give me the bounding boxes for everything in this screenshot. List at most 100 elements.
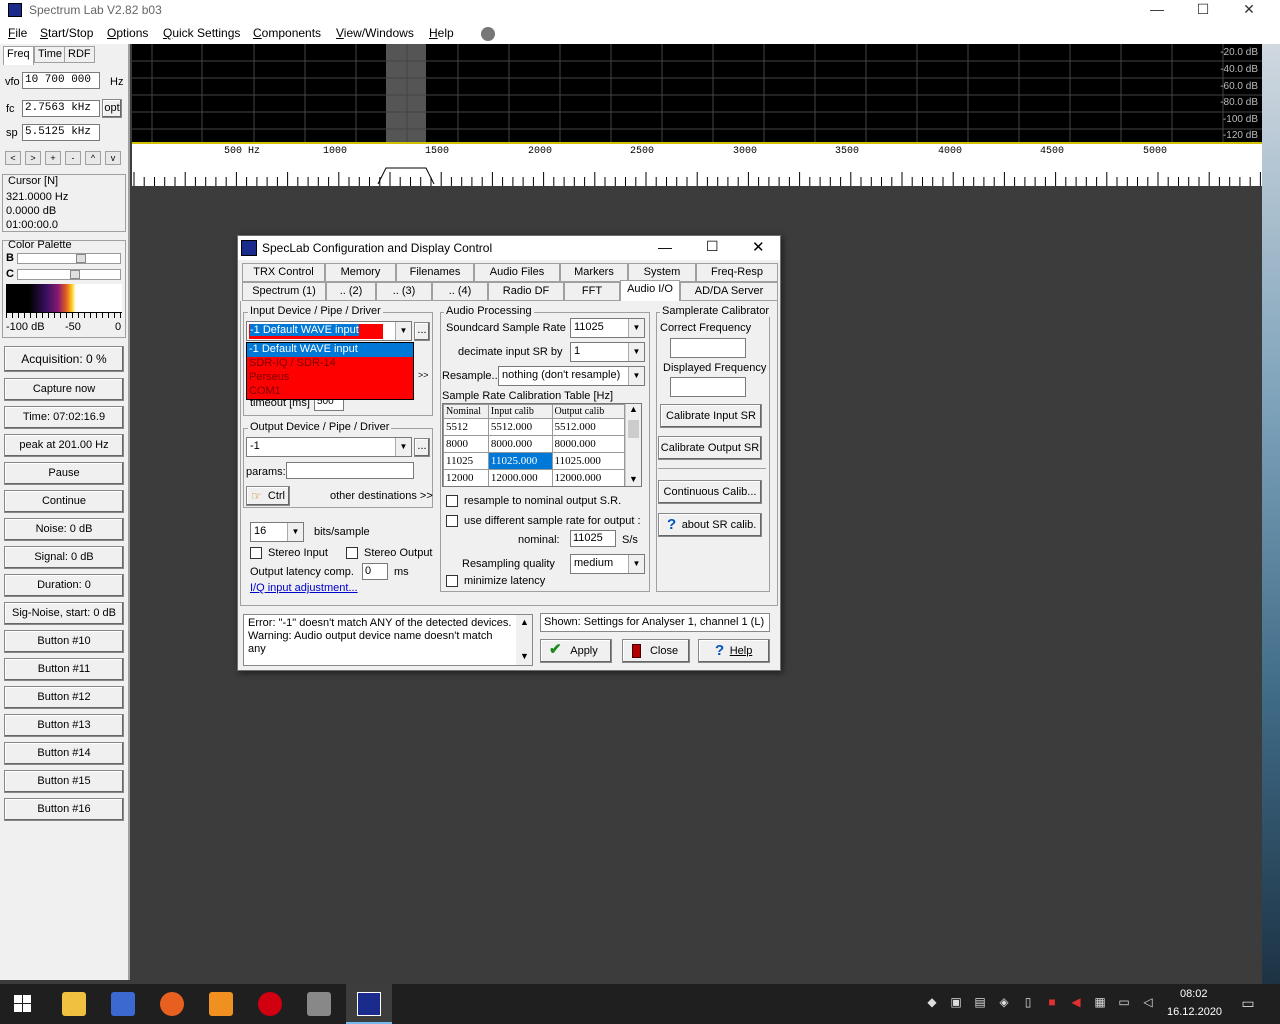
calibration-table-wrapper[interactable]: Nominal Input calib Output calib 5512 55… — [442, 403, 642, 487]
help-button[interactable]: ? Help — [698, 639, 770, 663]
bits-combo[interactable]: 16 ▼ — [250, 522, 304, 542]
palette-c-slider[interactable] — [17, 269, 121, 280]
nav-left-button[interactable]: < — [5, 151, 21, 165]
tab-ad-da-server[interactable]: AD/DA Server — [680, 282, 778, 301]
notifications-icon[interactable]: ▭ — [1240, 995, 1256, 1011]
tab-freq[interactable]: Freq — [3, 46, 34, 65]
stereo-input-checkbox[interactable] — [250, 547, 262, 559]
sp-field[interactable]: 5.5125 kHz — [22, 124, 100, 141]
store-icon[interactable] — [111, 992, 135, 1016]
resample-combo[interactable]: nothing (don't resample) ▼ — [498, 366, 645, 386]
decimate-dropdown-arrow[interactable]: ▼ — [628, 343, 644, 361]
table-cell[interactable]: 5512 — [443, 418, 489, 436]
table-cell[interactable]: 12000 — [443, 469, 489, 486]
tray-app2-icon[interactable]: ▤ — [972, 995, 988, 1011]
zoom-in-button[interactable]: + — [45, 151, 61, 165]
input-device-combo[interactable]: -1 Default WAVE input ▼ — [246, 321, 412, 341]
spectrum-lab-taskbar-button[interactable] — [346, 984, 392, 1024]
menu-file[interactable]: File — [8, 26, 27, 40]
continuous-calib-button[interactable]: Continuous Calib... — [658, 480, 762, 504]
table-row[interactable]: 8000 8000.000 8000.000 — [443, 435, 626, 453]
taskbar-date[interactable]: 16.12.2020 — [1167, 1006, 1222, 1018]
table-cell[interactable]: 5512.000 — [551, 418, 626, 436]
vfo-field[interactable]: 10 700 000 — [22, 72, 100, 89]
palette-b-thumb[interactable] — [76, 254, 86, 263]
tab-spectrum-1[interactable]: Spectrum (1) — [242, 282, 326, 301]
palette-b-slider[interactable] — [17, 253, 121, 264]
calibrate-output-sr-button[interactable]: Calibrate Output SR — [658, 436, 762, 460]
tray-usb-icon[interactable]: ▯ — [1020, 995, 1036, 1011]
tray-monitor-icon[interactable]: ▭ — [1116, 995, 1132, 1011]
correct-frequency-field[interactable] — [670, 338, 746, 358]
tab-audio-io[interactable]: Audio I/O — [620, 280, 680, 301]
close-button[interactable]: ✕ — [1226, 0, 1272, 22]
option-com1[interactable]: COM1 — [247, 385, 413, 399]
acquisition-button[interactable]: Acquisition: 0 % — [4, 346, 124, 372]
maximize-button[interactable]: ☐ — [1180, 0, 1226, 22]
continue-button[interactable]: Continue — [4, 490, 124, 513]
spectrum-display[interactable]: -20.0 dB -40.0 dB -60.0 dB -80.0 dB -100… — [132, 44, 1262, 144]
dialog-minimize-button[interactable]: — — [658, 239, 672, 255]
menu-view-windows[interactable]: View/Windows — [336, 26, 414, 40]
params-field[interactable] — [286, 462, 414, 479]
resampling-quality-combo[interactable]: medium ▼ — [570, 554, 645, 574]
ctrl-button[interactable]: ☞ Ctrl — [246, 486, 290, 506]
dialog-close-x-button[interactable]: ✕ — [752, 238, 765, 256]
pause-button[interactable]: Pause — [4, 462, 124, 485]
decimate-combo[interactable]: 1 ▼ — [570, 342, 645, 362]
time-button[interactable]: Time: 07:02:16.9 — [4, 406, 124, 429]
menu-options[interactable]: Options — [107, 26, 148, 40]
minimize-button[interactable]: — — [1134, 0, 1180, 22]
button-10[interactable]: Button #10 — [4, 630, 124, 653]
table-cell[interactable]: 8000.000 — [551, 435, 626, 453]
tab-spectrum-3[interactable]: .. (3) — [376, 282, 432, 301]
button-13[interactable]: Button #13 — [4, 714, 124, 737]
button-11[interactable]: Button #11 — [4, 658, 124, 681]
tab-radio-df[interactable]: Radio DF — [488, 282, 564, 301]
tab-time[interactable]: Time — [34, 46, 67, 63]
signal-button[interactable]: Signal: 0 dB — [4, 546, 124, 569]
tab-filenames[interactable]: Filenames — [396, 263, 474, 282]
output-device-dots-button[interactable]: ... — [414, 438, 430, 457]
scroll-up-icon[interactable]: ▲ — [629, 404, 638, 414]
latency-field[interactable]: 0 — [362, 563, 388, 580]
tray-network-icon[interactable]: ◆ — [924, 995, 940, 1011]
capture-now-button[interactable]: Capture now — [4, 378, 124, 401]
tray-volume-muted-icon[interactable]: ◀ — [1068, 995, 1084, 1011]
tab-fft[interactable]: FFT — [564, 282, 620, 301]
apply-button[interactable]: ✔ Apply — [540, 639, 612, 663]
input-device-dropdown-list[interactable]: -1 Default WAVE input SDR-IQ / SDR-14 Pe… — [246, 342, 414, 400]
table-cell[interactable]: 11025 — [443, 452, 489, 470]
displayed-frequency-field[interactable] — [670, 377, 746, 397]
tab-trx-control[interactable]: TRX Control — [242, 263, 325, 282]
message-scroll-up-icon[interactable]: ▲ — [520, 617, 529, 627]
table-scrollbar[interactable]: ▲ ▼ — [625, 404, 641, 486]
tab-markers[interactable]: Markers — [560, 263, 628, 282]
message-scrollbar[interactable]: ▲ ▼ — [516, 615, 532, 665]
sig-noise-button[interactable]: Sig-Noise, start: 0 dB — [4, 602, 124, 625]
nav-up-button[interactable]: ^ — [85, 151, 101, 165]
tray-app-icon[interactable]: ▣ — [948, 995, 964, 1011]
iq-adjustment-link[interactable]: I/Q input adjustment... — [250, 582, 358, 594]
scroll-thumb[interactable] — [628, 420, 639, 438]
windows-start-icon[interactable] — [14, 995, 32, 1013]
nav-down-button[interactable]: v — [105, 151, 121, 165]
message-log[interactable]: Error: "-1" doesn't match ANY of the det… — [243, 614, 533, 666]
stereo-output-checkbox[interactable] — [346, 547, 358, 559]
tab-memory[interactable]: Memory — [325, 263, 396, 282]
table-row[interactable]: 5512 5512.000 5512.000 — [443, 418, 626, 436]
menu-quick-settings[interactable]: Quick Settings — [163, 26, 240, 40]
snipping-tool-icon[interactable] — [307, 992, 331, 1016]
tray-device-icon[interactable]: ▦ — [1092, 995, 1108, 1011]
frequency-ruler[interactable]: 500 Hz 1000 1500 2000 2500 3000 3500 400… — [132, 144, 1262, 186]
taskbar-clock[interactable]: 08:02 — [1180, 988, 1208, 1000]
input-device-dropdown-arrow[interactable]: ▼ — [395, 322, 411, 340]
button-12[interactable]: Button #12 — [4, 686, 124, 709]
input-more-link[interactable]: >> — [418, 370, 429, 380]
table-cell[interactable]: 12000.000 — [551, 469, 626, 486]
tab-freq-resp[interactable]: Freq-Resp — [696, 263, 778, 282]
bits-dropdown-arrow[interactable]: ▼ — [287, 523, 303, 541]
table-cell-selected[interactable]: 11025.000 — [487, 452, 553, 470]
table-row[interactable]: 12000 12000.000 12000.000 — [443, 469, 626, 486]
sample-rate-dropdown-arrow[interactable]: ▼ — [628, 319, 644, 337]
